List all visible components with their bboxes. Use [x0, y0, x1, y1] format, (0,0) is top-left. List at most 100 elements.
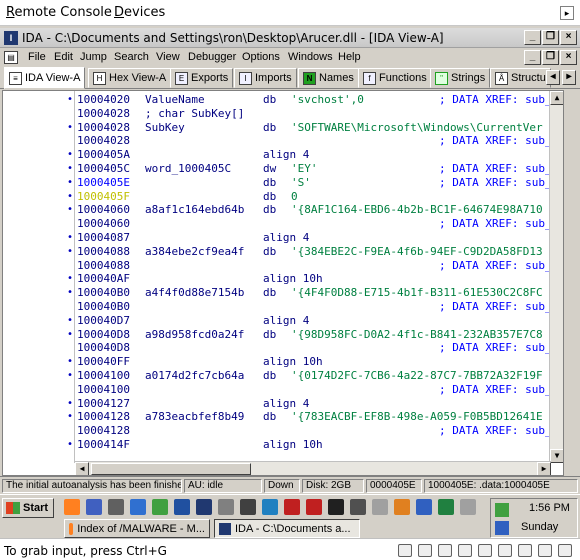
line-address[interactable]: 100040FF [77, 355, 130, 369]
line-mnemonic[interactable]: align 4 [263, 148, 309, 162]
app-icon-13[interactable] [328, 499, 344, 515]
child-close-button[interactable]: × [560, 50, 577, 65]
line-label[interactable]: a8af1c164ebd64b [145, 203, 244, 217]
disassembly-line[interactable]: • 100040D8 a98d958fcd0a24f db '{98D958FC-D0A… [3, 328, 563, 342]
line-comment[interactable]: ; DATA XREF: sub_ [439, 341, 552, 355]
disassembly-line[interactable]: • 100040AF align 10h [3, 272, 563, 286]
app-icon-4[interactable] [130, 499, 146, 515]
line-address[interactable]: 10004028 [77, 121, 130, 135]
disassembly-line[interactable]: • 10004087 align 4 [3, 231, 563, 245]
disassembly-line[interactable]: 10004060 ; DATA XREF: sub_ [3, 217, 563, 231]
tab-structures[interactable]: Å Structu [490, 68, 551, 88]
line-address[interactable]: 1000405E [77, 176, 130, 190]
line-comment[interactable]: ; DATA XREF: sub_ [439, 383, 552, 397]
line-mnemonic[interactable]: db [263, 369, 276, 383]
disassembly-line[interactable]: • 1000405E db 'S' ; DATA XREF: sub_ [3, 176, 563, 190]
child-minimize-button[interactable]: _ [524, 50, 541, 65]
app-icon-5[interactable] [152, 499, 168, 515]
disassembly-line[interactable]: 100040D8 ; DATA XREF: sub_ [3, 341, 563, 355]
app-icon-11[interactable] [284, 499, 300, 515]
disassembly-line[interactable]: 10004100 ; DATA XREF: sub_ [3, 383, 563, 397]
scroll-left-icon[interactable]: ◀ [75, 462, 89, 475]
clock-time[interactable]: 1:56 PM [529, 502, 570, 514]
line-operand[interactable]: '{4F4F0D88-E715-4b1f-B311-61E530C2C8FC [291, 286, 543, 300]
menu-debugger[interactable]: Debugger [188, 51, 236, 63]
disassembly-line[interactable]: 100040B0 ; DATA XREF: sub_ [3, 300, 563, 314]
title-bar[interactable]: I IDA - C:\Documents and Settings\ron\De… [0, 28, 580, 48]
line-address[interactable]: 10004028 [77, 134, 130, 148]
line-address[interactable]: 1000405C [77, 162, 130, 176]
network-icon[interactable] [495, 503, 509, 517]
winzip-icon[interactable] [108, 499, 124, 515]
usb-icon[interactable] [398, 544, 412, 557]
tab-functions[interactable]: f Functions [358, 68, 432, 88]
line-operand[interactable]: 'EY' [291, 162, 318, 176]
line-address[interactable]: 10004100 [77, 383, 130, 397]
scroll-right-icon[interactable]: ▶ [537, 462, 551, 475]
line-operand[interactable]: 'SOFTWARE\Microsoft\Windows\CurrentVer [291, 121, 543, 135]
scroll-up-icon[interactable]: ▲ [550, 91, 563, 105]
disassembly-line[interactable]: 10004028 ; DATA XREF: sub_ [3, 134, 563, 148]
close-button[interactable]: × [560, 30, 577, 45]
ida-quicklaunch-icon[interactable] [196, 499, 212, 515]
line-comment[interactable]: ; DATA XREF: sub_ [439, 162, 552, 176]
disassembly-line[interactable]: • 1000405C word_1000405C dw 'EY' ; DATA XREF:… [3, 162, 563, 176]
line-address[interactable]: 100040B0 [77, 286, 130, 300]
line-operand[interactable]: 'svchost',0 [291, 93, 364, 107]
line-label[interactable]: ValueName [145, 93, 205, 107]
app-icon-9[interactable] [240, 499, 256, 515]
firefox-icon[interactable] [64, 499, 80, 515]
line-comment[interactable]: ; DATA XREF: sub_ [439, 176, 552, 190]
tab-exports[interactable]: E Exports [170, 68, 234, 88]
line-comment[interactable]: ; DATA XREF: sub_ [439, 134, 552, 148]
line-label[interactable]: ; char SubKey[] [145, 107, 244, 121]
app-icon-6[interactable] [174, 499, 190, 515]
keyboard-icon[interactable] [558, 544, 572, 557]
line-mnemonic[interactable]: db [263, 245, 276, 259]
line-operand[interactable]: '{0174D2FC-7CB6-4a22-87C7-7BB72A32F19F [291, 369, 543, 383]
line-label[interactable]: a783eacbfef8b49 [145, 410, 244, 424]
tab-scroll-left-icon[interactable]: ◂ [546, 70, 560, 85]
line-mnemonic[interactable]: dw [263, 162, 276, 176]
line-address[interactable]: 1000405A [77, 148, 130, 162]
document-icon[interactable]: ▤ [4, 51, 18, 64]
tab-imports[interactable]: I Imports [234, 68, 297, 88]
task-ida[interactable]: IDA - C:\Documents a... [214, 519, 360, 538]
vertical-scrollbar[interactable]: ▲ ▼ [549, 91, 563, 463]
menu-view[interactable]: View [156, 51, 180, 63]
line-mnemonic[interactable]: align 4 [263, 397, 309, 411]
line-address[interactable]: 100040D8 [77, 328, 130, 342]
app-icon-10[interactable] [262, 499, 278, 515]
horizontal-scrollbar[interactable]: ◀ ▶ [75, 461, 551, 475]
shared-folder-icon[interactable] [478, 544, 492, 557]
disassembly-line[interactable]: • 1000405A align 4 [3, 148, 563, 162]
line-mnemonic[interactable]: db [263, 176, 276, 190]
line-address[interactable]: 10004128 [77, 424, 130, 438]
scroll-down-icon[interactable]: ▼ [550, 449, 563, 463]
line-label[interactable]: a4f4f0d88e7154b [145, 286, 244, 300]
line-operand[interactable]: 0 [291, 190, 298, 204]
search-icon[interactable] [372, 499, 388, 515]
menu-devices[interactable]: Devices [114, 5, 165, 20]
child-restore-button[interactable]: ❐ [542, 50, 559, 65]
line-mnemonic[interactable]: db [263, 93, 276, 107]
disassembly-line[interactable]: • 100040B0 a4f4f0d88e7154b db '{4F4F0D88-E71… [3, 286, 563, 300]
menu-jump[interactable]: Jump [80, 51, 107, 63]
minimize-button[interactable]: _ [524, 30, 541, 45]
ie-icon[interactable] [86, 499, 102, 515]
disassembly-line[interactable]: • 100040FF align 10h [3, 355, 563, 369]
line-comment[interactable]: ; DATA XREF: sub_ [439, 300, 552, 314]
app-icon-18[interactable] [438, 499, 454, 515]
disassembly-line[interactable]: • 10004060 a8af1c164ebd64b db '{8AF1C164-EBD… [3, 203, 563, 217]
line-address[interactable]: 10004020 [77, 93, 130, 107]
line-label[interactable]: SubKey [145, 121, 185, 135]
line-address[interactable]: 10004128 [77, 410, 130, 424]
menu-file[interactable]: File [28, 51, 46, 63]
line-label[interactable]: a0174d2fc7cb64a [145, 369, 244, 383]
tab-hex-view-a[interactable]: H Hex View-A [88, 68, 172, 88]
disassembly-line[interactable]: • 1000414F align 10h [3, 438, 563, 452]
line-mnemonic[interactable]: db [263, 203, 276, 217]
network-adapter-icon[interactable] [458, 544, 472, 557]
disassembly-line[interactable]: 10004088 ; DATA XREF: sub_ [3, 259, 563, 273]
line-address[interactable]: 10004127 [77, 397, 130, 411]
